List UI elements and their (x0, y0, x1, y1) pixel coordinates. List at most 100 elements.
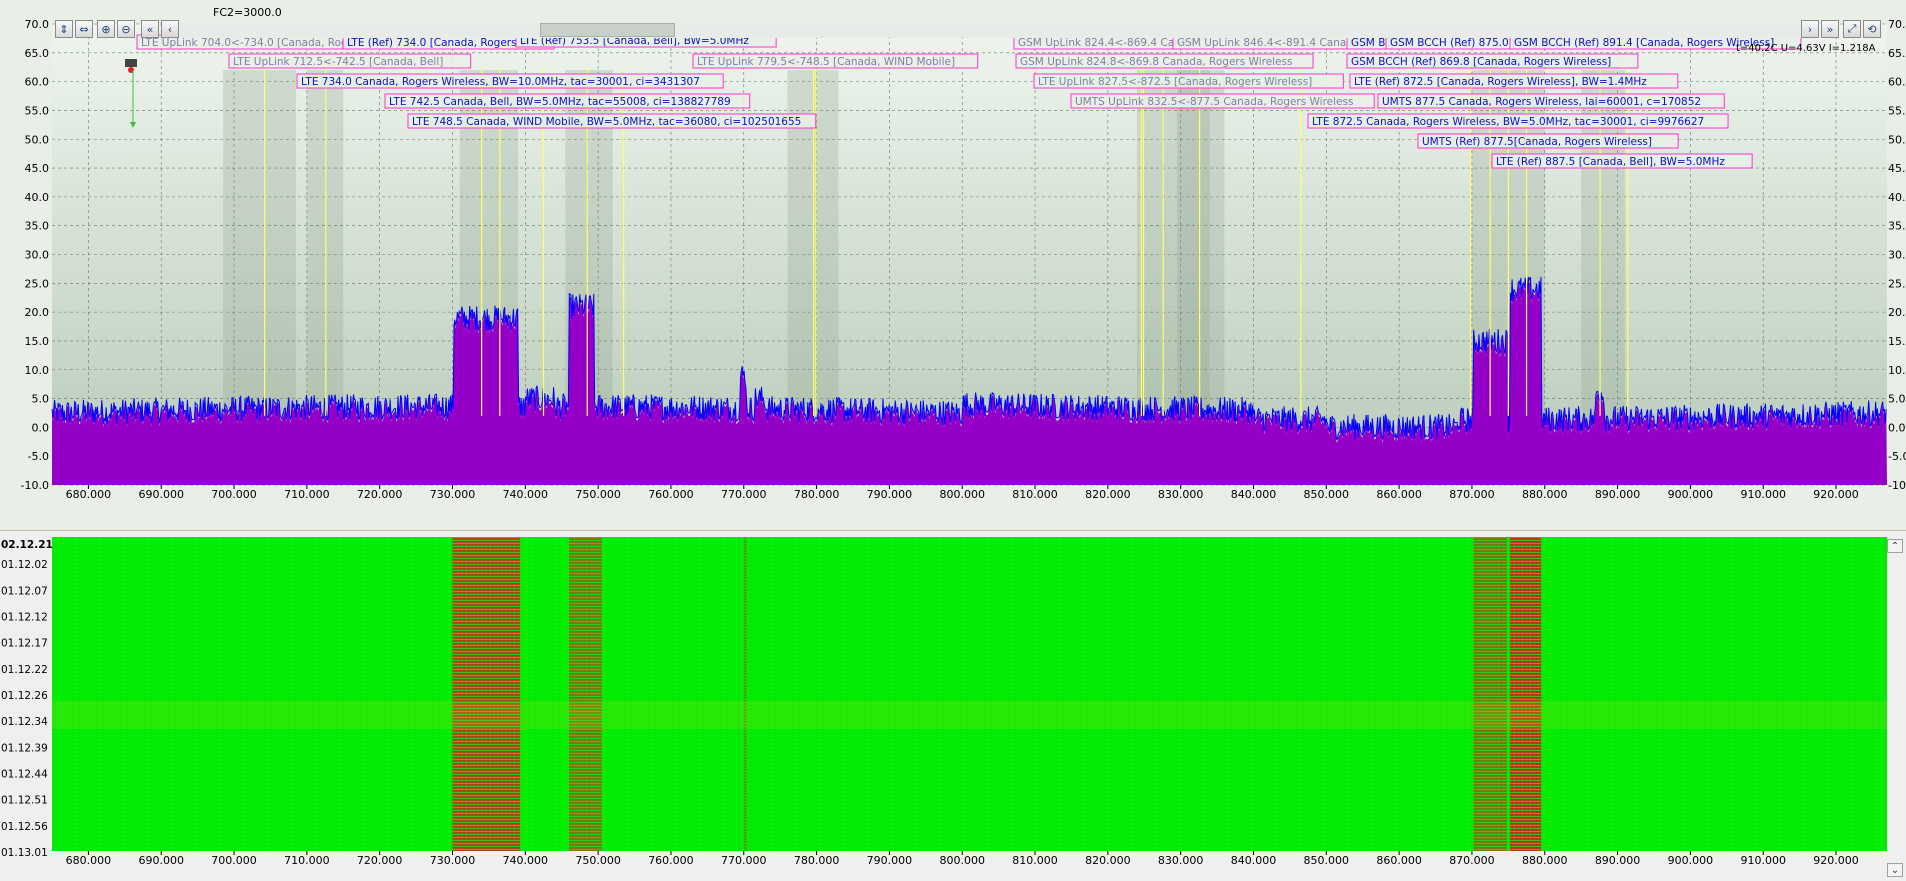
waterfall-x-tick-label: 720.000 (357, 854, 403, 867)
waterfall-x-tick-label: 850.000 (1304, 854, 1350, 867)
channel-label[interactable]: LTE (Ref) 872.5 [Canada, Rogers Wireless… (1349, 73, 1679, 89)
channel-label[interactable]: UMTS (Ref) 877.5[Canada, Rogers Wireless… (1417, 133, 1679, 149)
waterfall-scroll-top-button[interactable]: ⌃ (1887, 539, 1903, 553)
waterfall-timestamp: 01.12.39 (1, 742, 48, 754)
x-tick-label: 750.000 (575, 488, 621, 501)
zoom-out-icon: ⊖ (121, 22, 131, 36)
channel-label[interactable]: LTE 742.5 Canada, Bell, BW=5.0MHz, tac=5… (384, 93, 751, 109)
channel-label-text: GSM BCCH (Ref) 869.8 [Canada, Rogers Wir… (1351, 56, 1611, 68)
spectrum-analyzer-window: LTE UpLink 704.0<-734.0 [Canada, Rogers … (0, 0, 1906, 881)
y-tick-label: 55.0 (25, 104, 50, 117)
spectrum-chart[interactable]: LTE UpLink 704.0<-734.0 [Canada, Rogers … (0, 0, 1906, 530)
channel-label-text: LTE (Ref) 887.5 [Canada, Bell], BW=5.0MH… (1496, 156, 1725, 168)
channel-label[interactable]: LTE 748.5 Canada, WIND Mobile, BW=5.0MHz… (407, 113, 817, 129)
waterfall-x-tick-label: 780.000 (794, 854, 840, 867)
waterfall-x-tick-label: 730.000 (430, 854, 476, 867)
y-tick-label: 10.0 (25, 364, 50, 377)
channel-label-text: LTE (Ref) 872.5 [Canada, Rogers Wireless… (1354, 76, 1647, 88)
waterfall-chart[interactable]: 02.12.21 01.12.02 01.12.07 01.12.12 01.12.17… (0, 533, 1906, 881)
channel-label[interactable]: LTE (Ref) 887.5 [Canada, Bell], BW=5.0MH… (1491, 153, 1753, 169)
channel-label[interactable]: GSM BCCH (Ref) 869.8 [Canada, Rogers Wir… (1346, 53, 1639, 69)
spectrum-panel: LTE UpLink 704.0<-734.0 [Canada, Rogers … (0, 0, 1906, 531)
waterfall-x-tick-label: 690.000 (138, 854, 184, 867)
y-tick-label-right: 15.0 (1888, 335, 1906, 348)
y-tick-label: 30.0 (25, 249, 50, 262)
waterfall-x-tick-label: 750.000 (575, 854, 621, 867)
waterfall-x-tick-label: 820.000 (1085, 854, 1131, 867)
y-tick-label: 20.0 (25, 306, 50, 319)
waterfall-x-tick-label: 910.000 (1740, 854, 1786, 867)
x-tick-label: 850.000 (1304, 488, 1350, 501)
double-chevron-right-icon: » (1826, 22, 1834, 36)
expand-icon: ⤢ (1847, 22, 1857, 35)
y-tick-label: 50.0 (25, 133, 50, 146)
y-tick-label-right: 55.0 (1888, 104, 1906, 117)
reset-icon: ⟲ (1867, 22, 1877, 36)
waterfall-timestamp: 01.12.34 (1, 716, 48, 728)
y-tick-label: 65.0 (25, 47, 50, 60)
y-tick-label: 35.0 (25, 220, 50, 233)
waterfall-x-tick-label: 900.000 (1668, 854, 1714, 867)
y-tick-label: 45.0 (25, 162, 50, 175)
scroll-left-button[interactable]: ‹ (161, 20, 179, 38)
fit-y-icon: ⇕ (59, 22, 69, 36)
scroll-right-button[interactable]: › (1801, 20, 1819, 38)
fit-x-icon: ⇔ (79, 22, 89, 36)
channel-label[interactable]: GSM UpLink 824.8<-869.8 Canada, Rogers W… (1015, 53, 1314, 69)
channel-label-text: UMTS (Ref) 877.5[Canada, Rogers Wireless… (1422, 136, 1652, 148)
double-chevron-left-icon: « (146, 22, 154, 36)
waterfall-panel: 02.12.21 01.12.02 01.12.07 01.12.12 01.12.17… (0, 533, 1906, 881)
chevron-down-icon: ⌄ (1890, 864, 1900, 876)
channel-label[interactable]: UMTS UpLink 832.5<-877.5 Canada, Rogers … (1070, 93, 1375, 109)
x-tick-label: 690.000 (138, 488, 184, 501)
channel-label-text: LTE 734.0 Canada, Rogers Wireless, BW=10… (301, 76, 700, 88)
waterfall-x-tick-label: 790.000 (867, 854, 913, 867)
waterfall-interference-stripe (52, 701, 1887, 729)
x-tick-label: 710.000 (284, 488, 330, 501)
x-tick-label: 800.000 (939, 488, 985, 501)
waterfall-timestamp: 01.12.07 (1, 585, 48, 597)
channel-label-text: UMTS UpLink 832.5<-877.5 Canada, Rogers … (1075, 96, 1353, 108)
y-tick-label: -10.0 (21, 479, 49, 492)
zoom-out-button[interactable]: ⊖ (117, 20, 135, 38)
y-tick-label-right: 50.0 (1888, 133, 1906, 146)
zoom-in-button[interactable]: ⊕ (97, 20, 115, 38)
waterfall-timestamp: 01.12.22 (1, 664, 48, 676)
channel-label-text: LTE 742.5 Canada, Bell, BW=5.0MHz, tac=5… (389, 96, 731, 108)
y-tick-label: 25.0 (25, 277, 50, 290)
spectrum-scroll-thumb[interactable] (540, 23, 675, 37)
x-tick-label: 810.000 (1012, 488, 1058, 501)
waterfall-x-tick-label: 760.000 (648, 854, 694, 867)
waterfall-x-tick-label: 880.000 (1522, 854, 1568, 867)
channel-label[interactable]: UMTS 877.5 Canada, Rogers Wireless, lai=… (1377, 93, 1725, 109)
x-tick-label: 790.000 (867, 488, 913, 501)
waterfall-x-tick-label: 700.000 (211, 854, 257, 867)
y-tick-label-right: -5.0 (1888, 450, 1906, 463)
chevron-up-icon: ⌃ (1890, 540, 1900, 552)
zoom-fit-x-button[interactable]: ⇔ (75, 20, 93, 38)
channel-label[interactable]: LTE 734.0 Canada, Rogers Wireless, BW=10… (296, 73, 724, 89)
x-tick-label: 730.000 (430, 488, 476, 501)
y-tick-label-right: 0.0 (1888, 421, 1906, 434)
waterfall-timestamp: 01.12.26 (1, 690, 48, 702)
channel-label-text: GSM BCCH (Ref) 875.0 [C (1390, 37, 1523, 49)
spectrum-scroll-track[interactable] (178, 22, 1806, 38)
y-tick-label: 5.0 (32, 393, 50, 406)
channel-label[interactable]: LTE 872.5 Canada, Rogers Wireless, BW=5.… (1307, 113, 1729, 129)
scroll-right-fast-button[interactable]: » (1821, 20, 1839, 38)
waterfall-x-tick-label: 870.000 (1449, 854, 1495, 867)
zoom-fit-y-button[interactable]: ⇕ (55, 20, 73, 38)
channel-label[interactable]: LTE UpLink 827.5<-872.5 [Canada, Rogers … (1033, 73, 1344, 89)
x-tick-label: 900.000 (1668, 488, 1714, 501)
channel-label-text: LTE 872.5 Canada, Rogers Wireless, BW=5.… (1312, 116, 1704, 128)
y-tick-label: 0.0 (32, 421, 50, 434)
scroll-left-fast-button[interactable]: « (141, 20, 159, 38)
reset-button[interactable]: ⟲ (1863, 20, 1881, 38)
y-tick-label: 15.0 (25, 335, 50, 348)
waterfall-timestamp: 01.12.56 (1, 821, 48, 833)
expand-button[interactable]: ⤢ (1843, 20, 1861, 38)
waterfall-scroll-bottom-button[interactable]: ⌄ (1887, 863, 1903, 877)
cursor-marker-icon[interactable] (124, 56, 144, 128)
channel-label[interactable]: LTE UpLink 779.5<-748.5 [Canada, WIND Mo… (692, 53, 979, 69)
channel-label[interactable]: LTE UpLink 712.5<-742.5 [Canada, Bell] (228, 53, 472, 69)
